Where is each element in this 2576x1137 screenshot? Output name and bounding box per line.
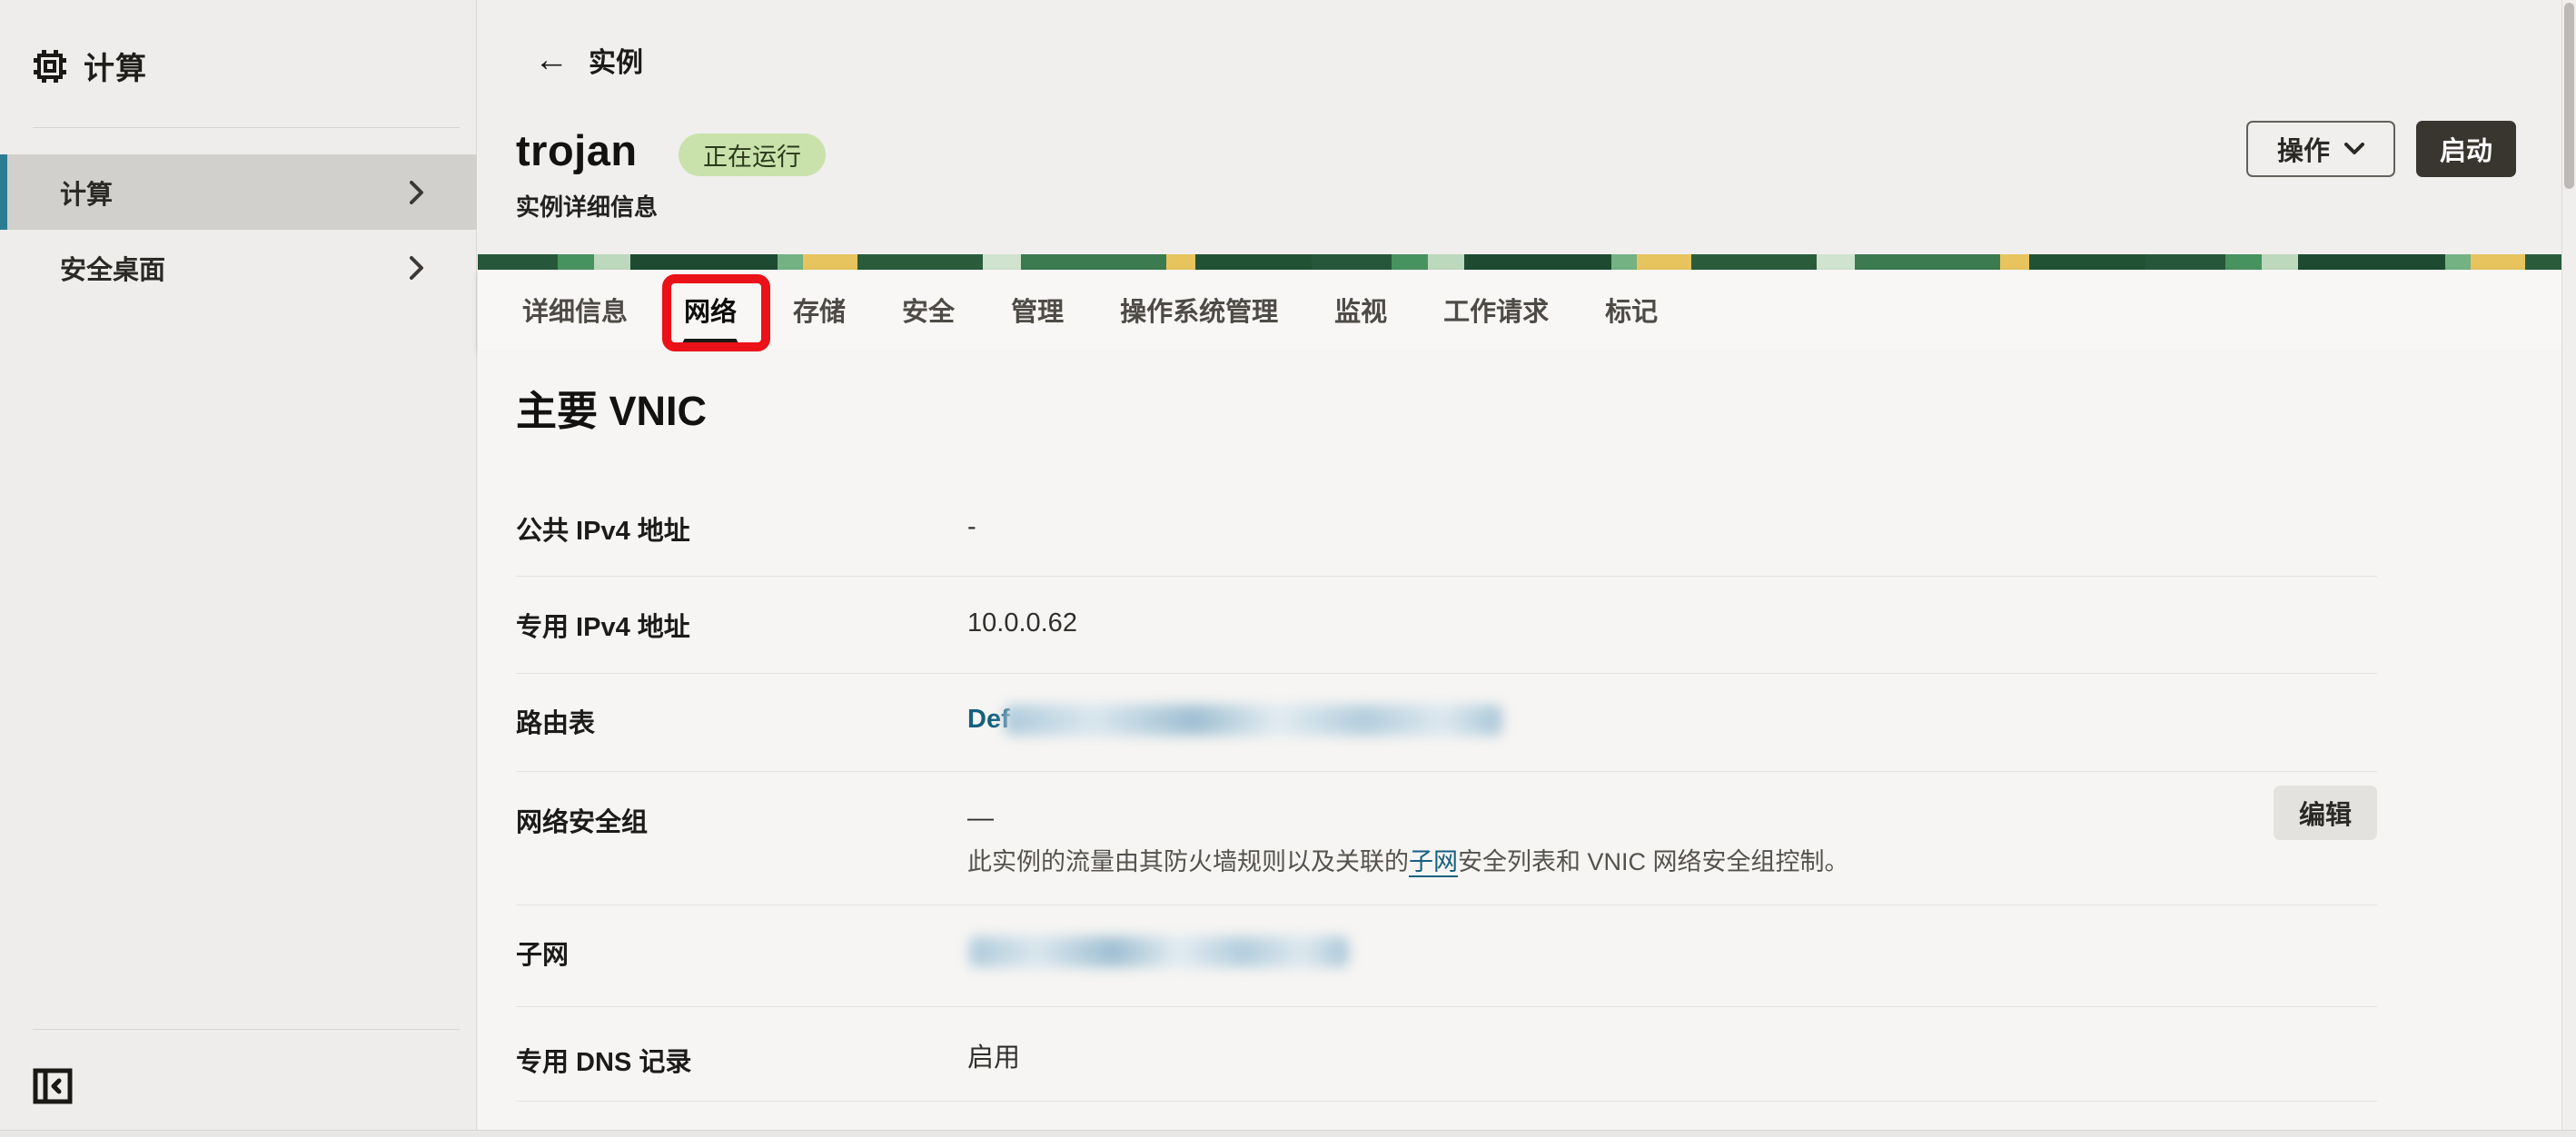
- tab-storage[interactable]: 存储: [793, 270, 846, 350]
- row-value: -: [967, 509, 976, 548]
- edit-nsg-button[interactable]: 编辑: [2274, 786, 2377, 840]
- actions-dropdown-button[interactable]: 操作: [2246, 121, 2395, 177]
- details-table: 公共 IPv4 地址 - 专用 IPv4 地址 10.0.0.62 路由表 De…: [516, 470, 2377, 1130]
- row-label: 专用 DNS 记录: [516, 1041, 967, 1079]
- scrollbar-thumb[interactable]: [2564, 3, 2574, 189]
- row-label: 路由表: [516, 702, 967, 740]
- chevron-down-icon: [2344, 143, 2364, 155]
- header-actions: 操作 启动: [2246, 121, 2516, 177]
- table-row: 公共 IPv4 地址 -: [516, 470, 2377, 577]
- sidebar: 计算 计算 安全桌面: [0, 0, 477, 1137]
- table-row: 专用 IPv4 地址 10.0.0.62: [516, 577, 2377, 674]
- redacted-route-table-value: [1005, 705, 1502, 736]
- row-label: 专用 IPv4 地址: [516, 606, 967, 644]
- sidebar-item-label: 安全桌面: [60, 249, 165, 287]
- row-value: —: [967, 801, 1849, 835]
- sidebar-header: 计算: [0, 0, 476, 88]
- compute-chip-icon: [33, 49, 67, 84]
- start-button-label: 启动: [2440, 130, 2492, 168]
- page-header: ← 实例 trojan 正在运行 实例详细信息 操作 启动: [478, 0, 2561, 254]
- tab-tags[interactable]: 标记: [1605, 270, 1658, 350]
- sidebar-item-label: 计算: [60, 173, 113, 212]
- route-table-link[interactable]: Def: [967, 705, 1010, 734]
- table-row: 网络安全组 — 此实例的流量由其防火墙规则以及关联的子网安全列表和 VNIC 网…: [516, 772, 2377, 905]
- subnet-inline-link[interactable]: 子网: [1409, 848, 1458, 877]
- collapse-panel-icon: [33, 1068, 73, 1104]
- tab-network[interactable]: 网络: [684, 270, 737, 350]
- nsg-note-text: 此实例的流量由其防火墙规则以及关联的: [967, 848, 1409, 875]
- start-button[interactable]: 启动: [2416, 121, 2516, 177]
- tab-bar: 详细信息 网络 存储 安全 管理 操作系统管理 监视 工作请求 标记: [478, 270, 2561, 350]
- table-row: 主机名 trojan: [516, 1102, 2377, 1130]
- table-row: 路由表 Def: [516, 674, 2377, 772]
- table-row: 子网: [516, 905, 2377, 1007]
- sidebar-divider: [33, 127, 460, 128]
- table-row: 专用 DNS 记录 启用: [516, 1007, 2377, 1102]
- page-subtitle: 实例详细信息: [516, 189, 658, 222]
- back-link[interactable]: ← 实例: [534, 40, 643, 80]
- row-value: 10.0.0.62: [967, 606, 1077, 644]
- nsg-note-text: 安全列表和 VNIC 网络安全组控制。: [1458, 848, 1849, 875]
- sidebar-item-compute[interactable]: 计算: [0, 154, 477, 230]
- tabs: 详细信息 网络 存储 安全 管理 操作系统管理 监视 工作请求 标记: [478, 270, 2561, 350]
- row-label: 子网: [516, 934, 967, 972]
- back-label: 实例: [589, 40, 643, 80]
- page-title: trojan: [516, 125, 638, 175]
- row-label: 公共 IPv4 地址: [516, 509, 967, 548]
- sidebar-item-secure-desktop[interactable]: 安全桌面: [0, 230, 477, 305]
- status-badge: 正在运行: [679, 133, 826, 176]
- tab-management[interactable]: 管理: [1011, 270, 1064, 350]
- tab-os-management[interactable]: 操作系统管理: [1120, 270, 1278, 350]
- section-title: 主要 VNIC: [516, 350, 2377, 437]
- tab-security[interactable]: 安全: [902, 270, 955, 350]
- redacted-subnet-value: [969, 936, 1349, 967]
- tab-monitoring[interactable]: 监视: [1334, 270, 1387, 350]
- tab-details[interactable]: 详细信息: [522, 270, 628, 350]
- row-label: 网络安全组: [516, 801, 967, 877]
- main-content: 主要 VNIC 公共 IPv4 地址 - 专用 IPv4 地址 10.0.0.6…: [478, 350, 2561, 1130]
- chevron-right-icon: [410, 256, 424, 280]
- chevron-right-icon: [410, 181, 424, 204]
- sidebar-title: 计算: [84, 44, 147, 88]
- row-value: 启用: [967, 1041, 1020, 1079]
- collapse-panel-button[interactable]: [31, 1064, 74, 1108]
- decorative-banner: [478, 254, 2561, 270]
- back-arrow-icon: ←: [534, 43, 569, 77]
- tab-work-requests[interactable]: 工作请求: [1443, 270, 1549, 350]
- nsg-note: 此实例的流量由其防火墙规则以及关联的子网安全列表和 VNIC 网络安全组控制。: [967, 846, 1849, 877]
- sidebar-divider: [33, 1029, 460, 1030]
- bottom-edge-strip: [0, 1130, 2576, 1137]
- actions-dropdown-label: 操作: [2277, 130, 2330, 168]
- vertical-scrollbar[interactable]: [2561, 0, 2576, 1137]
